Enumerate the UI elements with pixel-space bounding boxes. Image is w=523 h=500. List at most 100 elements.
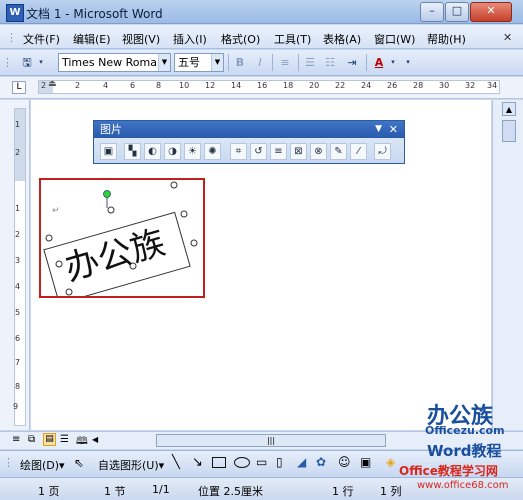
indent-icon[interactable]: ⇥ — [343, 54, 361, 71]
vruler-tick: 7 — [15, 358, 21, 367]
set-transparent-icon[interactable]: ⁄ — [350, 143, 367, 160]
font-dropdown-icon[interactable]: ▼ — [158, 54, 170, 71]
vertical-textbox-icon[interactable]: ▯ — [276, 455, 283, 469]
line-icon[interactable]: ╲ — [172, 455, 180, 470]
toolbar-options-icon[interactable]: ▼ — [375, 121, 382, 138]
font-combo[interactable]: Times New Roman ▼ — [58, 53, 171, 72]
menu-window[interactable]: 窗口(W) — [374, 31, 415, 47]
ruler-tick: 2 — [41, 81, 47, 90]
reset-picture-icon[interactable]: ⤾ — [374, 143, 391, 160]
outline-view-icon[interactable]: ☰ — [60, 434, 69, 445]
vruler-tick: 3 — [15, 256, 21, 265]
title-bar: W 文档 1 - Microsoft Word – □ ✕ — [0, 0, 523, 24]
color-icon[interactable]: ▚ — [124, 143, 141, 160]
rotate-left-icon[interactable]: ↺ — [250, 143, 267, 160]
draw-menu-button[interactable]: 绘图(D)▾ — [20, 457, 65, 473]
rectangle-icon[interactable] — [212, 457, 226, 468]
fill-color-icon[interactable]: ◈ — [386, 455, 395, 469]
minimize-button[interactable]: – — [420, 2, 444, 22]
numbering-icon[interactable]: ☰ — [301, 54, 319, 71]
font-color-icon[interactable]: A — [370, 54, 388, 71]
scroll-thumb[interactable] — [502, 120, 516, 142]
toolbar-more-icon[interactable]: ▾ — [403, 54, 413, 71]
menu-insert[interactable]: 插入(I) — [173, 31, 207, 47]
italic-button[interactable]: I — [251, 54, 269, 71]
menu-tools[interactable]: 工具(T) — [274, 31, 311, 47]
ruler-tick: 34 — [487, 81, 498, 90]
ruler-tick: 8 — [156, 81, 162, 90]
print-view-icon[interactable]: ▤ — [43, 433, 56, 446]
format-picture-icon[interactable]: ✎ — [330, 143, 347, 160]
size-dropdown-icon[interactable]: ▼ — [211, 54, 223, 71]
status-pages: 1/1 — [152, 483, 170, 496]
vertical-scrollbar[interactable]: ▲ — [492, 100, 523, 430]
menu-help[interactable]: 帮助(H) — [427, 31, 466, 47]
arrow-icon[interactable]: ↘ — [192, 455, 203, 470]
reading-view-icon[interactable]: 🕮 — [76, 434, 88, 451]
separator — [298, 54, 299, 71]
ruler-tick: 24 — [361, 81, 372, 90]
diagram-icon[interactable]: ✿ — [316, 455, 326, 469]
close-button[interactable]: ✕ — [470, 2, 512, 22]
toolbar-options-icon[interactable]: ▾ — [36, 54, 46, 71]
scroll-left-icon[interactable]: ◀ — [92, 435, 98, 444]
separator — [366, 54, 367, 71]
menu-format[interactable]: 格式(O) — [221, 31, 260, 47]
vruler-tick: 2 — [15, 230, 21, 239]
select-arrow-icon[interactable]: ⇖ — [74, 456, 84, 470]
ruler-tick: 32 — [465, 81, 476, 90]
menu-edit[interactable]: 编辑(E) — [73, 31, 111, 47]
insert-image-icon[interactable]: ▣ — [360, 455, 371, 469]
crop-icon[interactable]: ⌗ — [230, 143, 247, 160]
less-brightness-icon[interactable]: ✺ — [204, 143, 221, 160]
menu-view[interactable]: 视图(V) — [122, 31, 160, 47]
wordart-icon[interactable]: ◢ — [297, 455, 306, 469]
autoshapes-button[interactable]: 自选图形(U)▾ — [98, 457, 164, 473]
horizontal-thumb[interactable]: ||| — [156, 434, 386, 447]
web-view-icon[interactable]: ⧉ — [28, 434, 35, 445]
more-brightness-icon[interactable]: ☀ — [184, 143, 201, 160]
save-icon[interactable]: 🖫 — [18, 54, 36, 71]
ruler-tick: 2 — [75, 81, 81, 90]
less-contrast-icon[interactable]: ◑ — [164, 143, 181, 160]
normal-view-icon[interactable]: ≡ — [12, 434, 20, 445]
line-style-icon[interactable]: ≡ — [270, 143, 287, 160]
ruler-tick: 22 — [335, 81, 346, 90]
font-size-combo[interactable]: 五号 ▼ — [174, 53, 224, 72]
bold-button[interactable]: B — [231, 54, 249, 71]
menu-file[interactable]: 文件(F) — [23, 31, 60, 47]
vruler-tick: 2 — [15, 148, 21, 157]
menu-bar: ⋮ 文件(F) 编辑(E) 视图(V) 插入(I) 格式(O) 工具(T) 表格… — [0, 25, 523, 49]
bullets-icon[interactable]: ☷ — [321, 54, 339, 71]
compress-icon[interactable]: ⊠ — [290, 143, 307, 160]
ruler-tick: 26 — [387, 81, 398, 90]
vertical-ruler: 1 2 1 2 3 4 5 6 7 8 9 — [0, 100, 30, 430]
menu-table[interactable]: 表格(A) — [323, 31, 361, 47]
tab-selector[interactable]: L — [12, 81, 26, 94]
watermark-cn-site: Office教程学习网 — [399, 464, 498, 478]
insert-picture-icon[interactable]: ▣ — [100, 143, 117, 160]
picture-toolbar-close[interactable]: ✕ — [389, 121, 398, 138]
align-icon[interactable]: ≡ — [276, 54, 294, 71]
vruler-tick: 1 — [15, 204, 21, 213]
more-contrast-icon[interactable]: ◐ — [144, 143, 161, 160]
font-color-dropdown-icon[interactable]: ▾ — [388, 54, 398, 71]
menu-close-icon[interactable]: ✕ — [503, 31, 512, 44]
clipart-icon[interactable]: ☺ — [338, 455, 351, 469]
oval-icon[interactable] — [234, 457, 250, 468]
word-app-icon[interactable]: W — [6, 4, 24, 22]
menu-grip-icon: ⋮ — [6, 31, 17, 44]
ruler-tick: 6 — [130, 81, 136, 90]
toolbar-grip-icon: ⋮ — [3, 456, 14, 469]
watermark-url: www.office68.com — [417, 480, 509, 491]
status-position: 位置 2.5厘米 — [198, 485, 263, 498]
text-wrapping-icon[interactable]: ⊗ — [310, 143, 327, 160]
ruler-tick: 12 — [205, 81, 216, 90]
scroll-up-icon[interactable]: ▲ — [502, 102, 516, 116]
indent-marker-icon[interactable]: ⏏ — [48, 79, 57, 89]
maximize-button[interactable]: □ — [445, 2, 469, 22]
textbox-icon[interactable]: ▭ — [256, 455, 267, 469]
watermark-logo: 办公族 Officezu.com Word教程 Office教程学习网 www.… — [397, 398, 523, 500]
picture-toolbar-header[interactable]: 图片 ▼ ✕ — [94, 121, 404, 138]
ruler-tick: 18 — [283, 81, 294, 90]
